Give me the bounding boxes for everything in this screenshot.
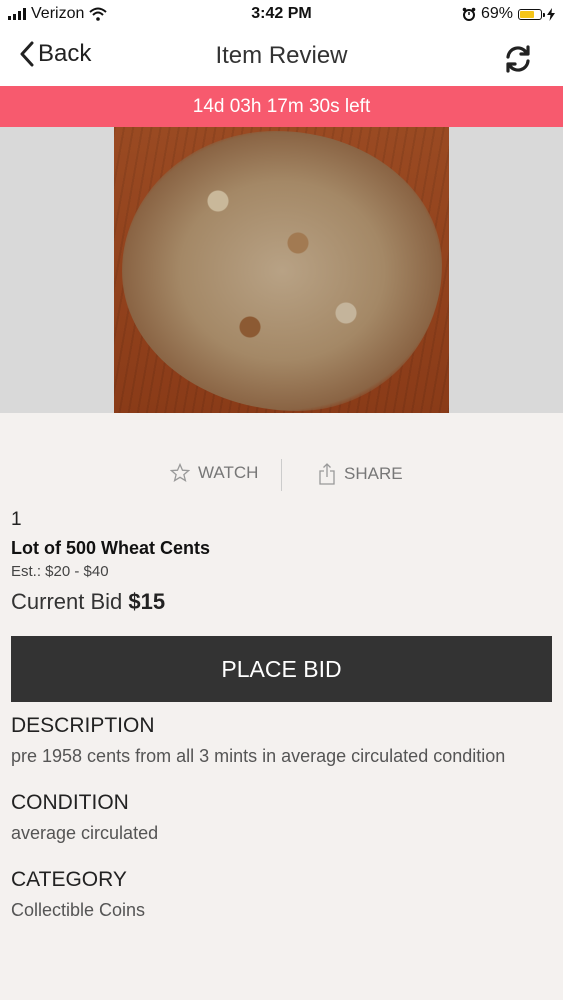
refresh-icon[interactable] <box>501 42 535 76</box>
star-icon <box>170 463 190 482</box>
watch-button[interactable]: WATCH <box>170 463 258 483</box>
time-left-banner: 14d 03h 17m 30s left <box>0 86 563 127</box>
page-title: Item Review <box>215 42 348 69</box>
category-text: Collectible Coins <box>11 900 146 920</box>
charging-icon <box>547 7 555 21</box>
place-bid-button[interactable]: PLACE BID <box>11 636 552 702</box>
status-right: 69% <box>462 5 555 23</box>
current-bid: Current Bid $15 <box>11 589 165 615</box>
alarm-icon <box>462 7 476 21</box>
battery-icon <box>518 8 545 20</box>
item-photo[interactable] <box>114 127 449 413</box>
actions-divider <box>281 459 282 491</box>
current-bid-value: $15 <box>128 589 166 614</box>
condition-heading: CONDITION <box>11 791 129 814</box>
category-heading: CATEGORY <box>11 868 127 891</box>
share-icon <box>319 463 335 485</box>
condition-text: average circulated <box>11 823 159 843</box>
share-label: SHARE <box>344 464 403 483</box>
battery-percent: 69% <box>480 5 513 22</box>
share-button[interactable]: SHARE <box>318 463 403 485</box>
description-heading: DESCRIPTION <box>11 714 155 737</box>
item-actions: WATCH SHARE <box>0 455 563 495</box>
item-title: Lot of 500 Wheat Cents <box>11 538 211 558</box>
coins-pile-image <box>122 131 442 411</box>
nav-bar: Back Item Review <box>0 30 563 86</box>
status-bar: Verizon 3:42 PM 69% <box>0 0 563 30</box>
current-bid-label: Current Bid <box>11 589 123 614</box>
estimate-text: Est.: $20 - $40 <box>11 563 109 580</box>
description-text: pre 1958 cents from all 3 mints in avera… <box>11 746 506 766</box>
item-image-area <box>0 127 563 413</box>
lot-number: 1 <box>11 509 22 530</box>
watch-label: WATCH <box>198 463 259 482</box>
